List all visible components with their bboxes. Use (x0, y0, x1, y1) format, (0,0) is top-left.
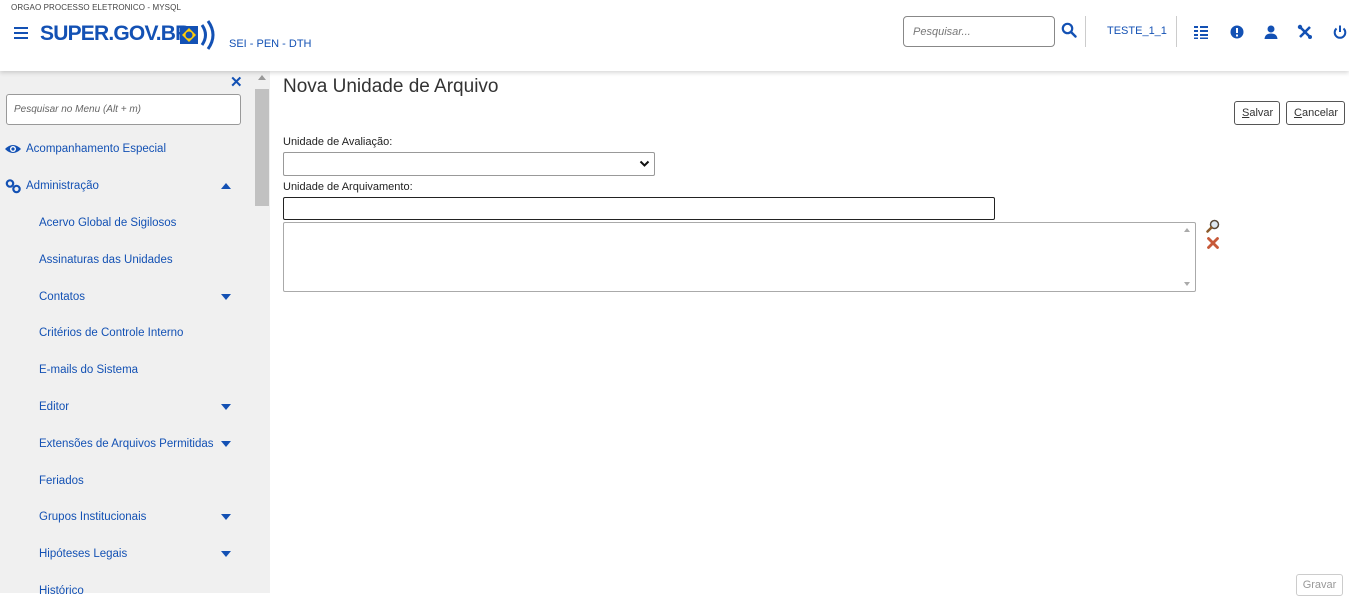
menu-search-input[interactable] (6, 94, 241, 125)
sidebar-item-emails[interactable]: E-mails do Sistema (0, 355, 250, 385)
cancel-button[interactable]: Cancelar (1286, 101, 1345, 125)
logo-icon (180, 20, 215, 50)
evaluation-unit-label: Unidade de Avaliação: (283, 136, 393, 148)
chevron-up-icon[interactable] (221, 183, 231, 189)
archive-unit-input[interactable] (283, 197, 995, 220)
list-scroll-down[interactable] (1184, 282, 1190, 286)
unit-selector[interactable]: TESTE_1_1 (1107, 25, 1167, 37)
remove-icon[interactable] (1206, 236, 1220, 250)
subsystem-label: SEI - PEN - DTH (229, 38, 312, 50)
archive-unit-label: Unidade de Arquivamento: (283, 181, 413, 193)
sidebar-item-label: Editor (39, 401, 70, 413)
sidebar-item-label: Contatos (39, 291, 86, 303)
gears-icon (5, 179, 21, 194)
alert-icon[interactable] (1229, 24, 1245, 40)
magnifier-search-icon[interactable] (1206, 219, 1220, 233)
search-icon[interactable] (1061, 22, 1077, 38)
sidebar-item-label: Acompanhamento Especial (26, 143, 166, 155)
sidebar-item-label: Feriados (39, 475, 84, 487)
sidebar-item-label: E-mails do Sistema (39, 364, 139, 376)
user-icon[interactable] (1263, 24, 1279, 40)
sidebar-item-label: Assinaturas das Unidades (39, 254, 173, 266)
separator (1176, 16, 1177, 47)
menu-icon[interactable] (14, 27, 28, 39)
sidebar-item-label: Acervo Global de Sigilosos (39, 217, 177, 229)
scrollbar-thumb[interactable] (255, 89, 269, 206)
save-button[interactable]: Salvar (1234, 101, 1280, 125)
units-list-icon[interactable] (1193, 24, 1209, 40)
main-content: Nova Unidade de Arquivo Salvar Cancelar … (270, 71, 1349, 596)
sidebar-item-administracao[interactable]: Administração (0, 171, 250, 201)
scroll-up-arrow[interactable] (258, 75, 266, 80)
sidebar-item-label: Histórico (39, 585, 84, 597)
top-header: ORGAO PROCESSO ELETRONICO - MYSQL SUPER.… (0, 0, 1349, 71)
sidebar-item-acompanhamento-especial[interactable]: Acompanhamento Especial (0, 134, 250, 164)
sidebar-item-label: Grupos Institucionais (39, 511, 147, 523)
sidebar-item-historico[interactable]: Histórico (0, 576, 250, 606)
org-label: ORGAO PROCESSO ELETRONICO - MYSQL (11, 3, 181, 12)
list-scroll-up[interactable] (1184, 228, 1190, 232)
chevron-down-icon[interactable] (221, 514, 231, 520)
evaluation-unit-select[interactable] (283, 152, 655, 176)
sidebar-item-extensoes[interactable]: Extensões de Arquivos Permitidas (0, 429, 250, 459)
sidebar-item-criterios[interactable]: Critérios de Controle Interno (0, 318, 250, 348)
logo[interactable]: SUPER.GOV.BR (40, 22, 190, 46)
close-sidebar-icon[interactable]: ✕ (230, 73, 243, 91)
page-title: Nova Unidade de Arquivo (283, 76, 499, 97)
sidebar-item-assinaturas[interactable]: Assinaturas das Unidades (0, 245, 250, 275)
chevron-down-icon[interactable] (221, 404, 231, 410)
chevron-down-icon (639, 160, 650, 167)
tools-icon[interactable] (1297, 24, 1313, 40)
chevron-down-icon[interactable] (221, 551, 231, 557)
sidebar-item-hipoteses[interactable]: Hipóteses Legais (0, 539, 250, 569)
sidebar-item-acervo-global[interactable]: Acervo Global de Sigilosos (0, 208, 250, 238)
sidebar: ✕ Acompanhamento Especial Administração … (0, 71, 270, 597)
sidebar-item-editor[interactable]: Editor (0, 392, 250, 422)
sidebar-item-grupos[interactable]: Grupos Institucionais (0, 502, 250, 532)
power-icon[interactable] (1332, 24, 1348, 40)
sidebar-item-feriados[interactable]: Feriados (0, 466, 250, 496)
separator (1085, 16, 1086, 47)
sidebar-item-label: Administração (26, 180, 99, 192)
sidebar-item-contatos[interactable]: Contatos (0, 282, 250, 312)
sidebar-item-label: Extensões de Arquivos Permitidas (39, 438, 214, 450)
chevron-down-icon[interactable] (221, 441, 231, 447)
archive-unit-list[interactable] (283, 222, 1196, 292)
eye-icon (5, 145, 21, 153)
header-search-input[interactable] (903, 16, 1055, 47)
chevron-down-icon[interactable] (221, 294, 231, 300)
sidebar-item-label: Critérios de Controle Interno (39, 327, 184, 339)
sidebar-item-label: Hipóteses Legais (39, 548, 128, 560)
